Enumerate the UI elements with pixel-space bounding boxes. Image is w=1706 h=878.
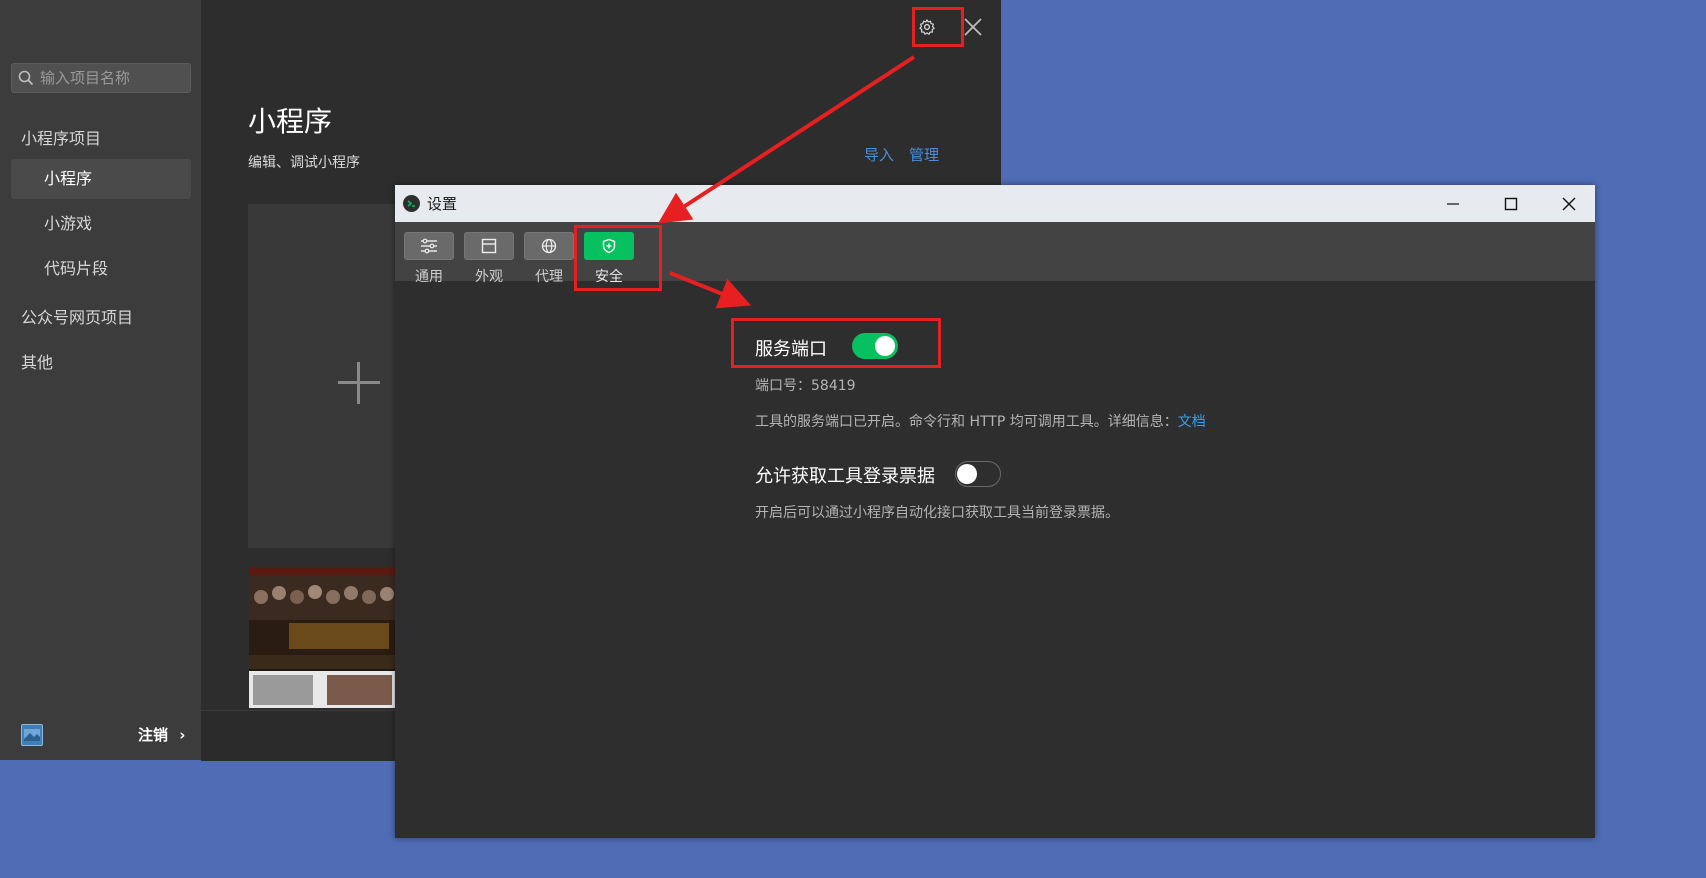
port-number: 端口号：58419 bbox=[755, 378, 856, 394]
import-link[interactable]: 导入 bbox=[864, 144, 894, 165]
page-title: 小程序 bbox=[248, 105, 333, 138]
sidebar-group-other[interactable]: 其他 bbox=[21, 349, 53, 373]
dialog-close-button[interactable] bbox=[1543, 185, 1595, 222]
annotation-box-security-tab bbox=[574, 225, 662, 291]
sidebar-footer: 注销 › bbox=[0, 712, 201, 760]
sidebar-item-miniprogram[interactable]: 小程序 bbox=[11, 159, 191, 199]
dialog-title: 设置 bbox=[427, 195, 458, 213]
sidebar-item-minigame[interactable]: 小游戏 bbox=[11, 204, 191, 244]
globe-icon bbox=[541, 238, 557, 254]
tab-general[interactable]: 通用 bbox=[398, 222, 454, 285]
avatar-image-icon bbox=[24, 729, 40, 741]
service-port-description: 工具的服务端口已开启。命令行和 HTTP 均可调用工具。详细信息：文档 bbox=[755, 414, 1206, 430]
layout-icon bbox=[481, 238, 497, 254]
annotation-box-settings-gear bbox=[912, 7, 964, 47]
tab-proxy[interactable]: 代理 bbox=[518, 222, 574, 285]
logout-label: 注销 bbox=[138, 726, 169, 744]
security-settings-panel bbox=[395, 281, 1595, 838]
project-thumbnail[interactable] bbox=[249, 567, 396, 708]
login-ticket-toggle[interactable] bbox=[955, 461, 1001, 487]
sidebar-group-miniprogram-projects[interactable]: 小程序项目 bbox=[21, 125, 101, 149]
new-project-card[interactable] bbox=[248, 204, 396, 548]
search-box[interactable] bbox=[11, 63, 191, 93]
close-icon bbox=[964, 18, 982, 36]
annotation-box-service-port bbox=[731, 318, 941, 368]
sidebar-item-code-snippets[interactable]: 代码片段 bbox=[11, 249, 191, 289]
sliders-icon bbox=[421, 238, 437, 254]
docs-link[interactable]: 文档 bbox=[1178, 414, 1206, 430]
dialog-titlebar[interactable]: 设置 bbox=[395, 185, 1595, 222]
minimize-button[interactable] bbox=[1427, 185, 1479, 222]
wechat-devtools-icon bbox=[403, 195, 420, 212]
close-icon bbox=[1562, 197, 1576, 210]
page-subtitle: 编辑、调试小程序 bbox=[248, 155, 360, 171]
search-input[interactable] bbox=[40, 64, 188, 92]
sidebar-group-official-account-web[interactable]: 公众号网页项目 bbox=[21, 304, 133, 328]
project-thumbnail-image bbox=[249, 567, 396, 708]
avatar[interactable] bbox=[21, 724, 43, 746]
maximize-button[interactable] bbox=[1485, 185, 1537, 222]
logout-button[interactable]: 注销 › bbox=[138, 724, 185, 745]
maximize-icon bbox=[1504, 197, 1518, 210]
login-ticket-label: 允许获取工具登录票据 bbox=[755, 466, 935, 487]
search-icon bbox=[18, 70, 34, 86]
chevron-right-icon: › bbox=[179, 726, 186, 744]
tab-appearance[interactable]: 外观 bbox=[458, 222, 514, 285]
sidebar: 小程序项目 小程序 小游戏 代码片段 公众号网页项目 其他 注销 › bbox=[0, 0, 201, 760]
login-ticket-description: 开启后可以通过小程序自动化接口获取工具当前登录票据。 bbox=[755, 505, 1119, 521]
manage-link[interactable]: 管理 bbox=[909, 144, 939, 165]
minimize-icon bbox=[1447, 202, 1459, 205]
